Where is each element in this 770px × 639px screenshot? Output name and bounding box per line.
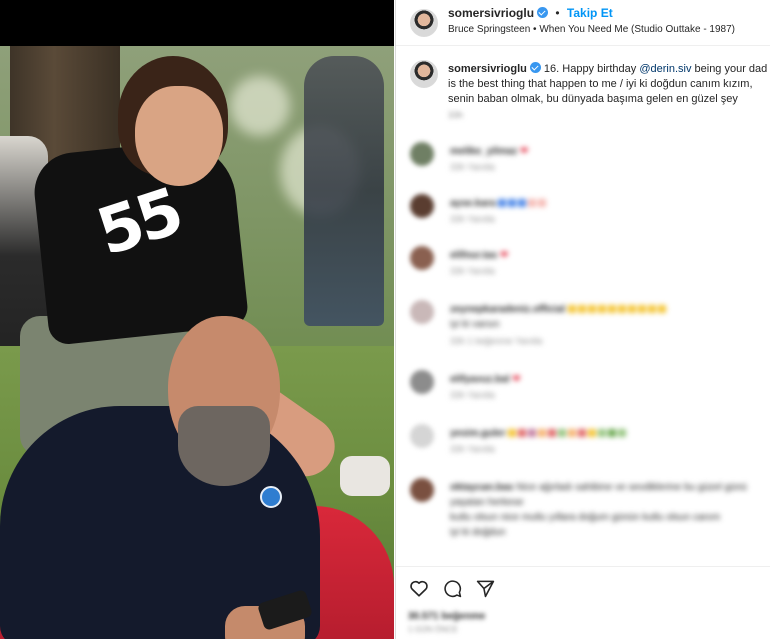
caption-username[interactable]: somersivrioglu xyxy=(448,63,527,75)
comment-username[interactable]: elifyavuz.bal xyxy=(450,374,509,385)
emoji-block xyxy=(508,429,517,437)
comment-emoji: ❤ xyxy=(512,374,521,385)
verified-badge-icon xyxy=(537,7,549,18)
verified-badge-icon xyxy=(529,62,541,73)
emoji-block xyxy=(607,305,616,313)
emoji-block xyxy=(587,305,596,313)
comment-meta[interactable]: 33h Yanıtla xyxy=(450,214,495,224)
share-icon[interactable] xyxy=(474,577,496,599)
header-separator: • xyxy=(555,6,560,20)
comment-avatar[interactable] xyxy=(410,246,434,270)
comment-second-line: iyi ki varsın xyxy=(450,319,500,330)
post-music-link[interactable]: Bruce Springsteen • When You Need Me (St… xyxy=(448,24,735,35)
caption-mention-link[interactable]: @derin.siv xyxy=(639,63,691,75)
photo-man-beard xyxy=(178,406,270,486)
photo-pin-badge xyxy=(260,486,282,508)
author-avatar[interactable] xyxy=(410,9,438,37)
comment-text: yesim.guler xyxy=(450,426,760,441)
comment-meta[interactable]: 33h Yanıtla xyxy=(450,162,495,172)
comment-text: melike_yilmaz ❤ xyxy=(450,144,760,159)
emoji-block xyxy=(538,429,547,437)
photo-bokeh xyxy=(230,76,290,136)
comment-avatar[interactable] xyxy=(410,370,434,394)
author-username[interactable]: somersivrioglu xyxy=(448,6,534,20)
photo-background-person xyxy=(304,56,384,326)
comment-emoji: ❤ xyxy=(500,250,509,261)
comment-username[interactable]: yesim.guler xyxy=(450,428,506,439)
follow-button[interactable]: Takip Et xyxy=(567,6,613,20)
emoji-block xyxy=(647,305,656,313)
emoji-block xyxy=(577,305,586,313)
emoji-block xyxy=(608,429,617,437)
emoji-block xyxy=(548,429,557,437)
comment-avatar[interactable] xyxy=(410,142,434,166)
emoji-block xyxy=(617,305,626,313)
photo-shirt-text: 55 xyxy=(88,175,189,271)
emoji-block xyxy=(598,429,607,437)
comment-avatar[interactable] xyxy=(410,478,434,502)
comment-third-line: iyi ki doğdun xyxy=(450,527,506,538)
emoji-block xyxy=(518,199,527,207)
comment-emoji: ❤ xyxy=(520,146,529,157)
comment-meta[interactable]: 33h Yanıtla xyxy=(450,390,495,400)
emoji-block xyxy=(558,429,567,437)
caption-timestamp: 33h xyxy=(448,110,464,120)
post-sidebar: somersivrioglu • Takip Et Bruce Springst… xyxy=(395,0,770,639)
heart-icon[interactable] xyxy=(408,577,430,599)
post-header: somersivrioglu • Takip Et Bruce Springst… xyxy=(396,0,770,46)
emoji-block xyxy=(528,429,537,437)
comment-username[interactable]: ayse.kara xyxy=(450,198,496,209)
comment-meta[interactable]: 33h Yanıtla xyxy=(450,444,495,454)
emoji-block xyxy=(518,429,527,437)
post-photo-panel: 55 xyxy=(0,0,394,639)
emoji-block xyxy=(627,305,636,313)
comment-second-line: kutlu olsun nice mutlu yıllara doğum gün… xyxy=(450,512,721,523)
photo-top-bar xyxy=(0,0,394,46)
photo-girl-face xyxy=(135,86,223,186)
emoji-block xyxy=(528,199,537,207)
comment-meta[interactable]: 33h Yanıtla xyxy=(450,266,495,276)
emoji-block xyxy=(498,199,507,207)
comment-username[interactable]: melike_yilmaz xyxy=(450,146,517,157)
comment-username[interactable]: zeynepkaradeniz.official xyxy=(450,304,565,315)
emoji-block xyxy=(508,199,517,207)
caption-text: somersivrioglu 16. Happy birthday @derin… xyxy=(448,62,768,107)
emoji-block xyxy=(618,429,627,437)
emoji-block xyxy=(567,305,576,313)
comment-username[interactable]: elifnur.tas xyxy=(450,250,497,261)
emoji-block xyxy=(568,429,577,437)
comment-avatar[interactable] xyxy=(410,424,434,448)
post-photo[interactable]: 55 xyxy=(0,46,394,639)
comment-text: zeynepkaradeniz.official iyi ki varsın xyxy=(450,302,760,332)
comment-text: ayse.kara xyxy=(450,196,760,211)
emoji-block xyxy=(637,305,646,313)
photo-shoe xyxy=(340,456,390,496)
emoji-block xyxy=(657,305,666,313)
comment-text: elifyavuz.bal ❤ xyxy=(450,372,760,387)
emoji-block xyxy=(538,199,547,207)
comment-avatar[interactable] xyxy=(410,194,434,218)
comment-avatar[interactable] xyxy=(410,300,434,324)
post-actions-bar: 30.571 beğenme 1 GÜN ÖNCE xyxy=(396,566,770,639)
emoji-block xyxy=(597,305,606,313)
caption-text-before: 16. Happy birthday xyxy=(540,63,640,75)
likes-count[interactable]: 30.571 beğenme xyxy=(408,611,485,622)
comment-username[interactable]: oktaycan.bas xyxy=(450,482,513,493)
comment-text: oktaycan.bas Nice ağırladı sahibine ve s… xyxy=(450,480,760,540)
post-date: 1 GÜN ÖNCE xyxy=(408,625,458,634)
comment-meta[interactable]: 33h 1 beğenme Yanıtla xyxy=(450,336,542,346)
comment-icon[interactable] xyxy=(441,577,463,599)
caption-author-avatar[interactable] xyxy=(410,60,438,88)
author-line: somersivrioglu • Takip Et xyxy=(448,6,613,20)
emoji-block xyxy=(588,429,597,437)
comment-text: elifnur.tas ❤ xyxy=(450,248,760,263)
emoji-block xyxy=(578,429,587,437)
